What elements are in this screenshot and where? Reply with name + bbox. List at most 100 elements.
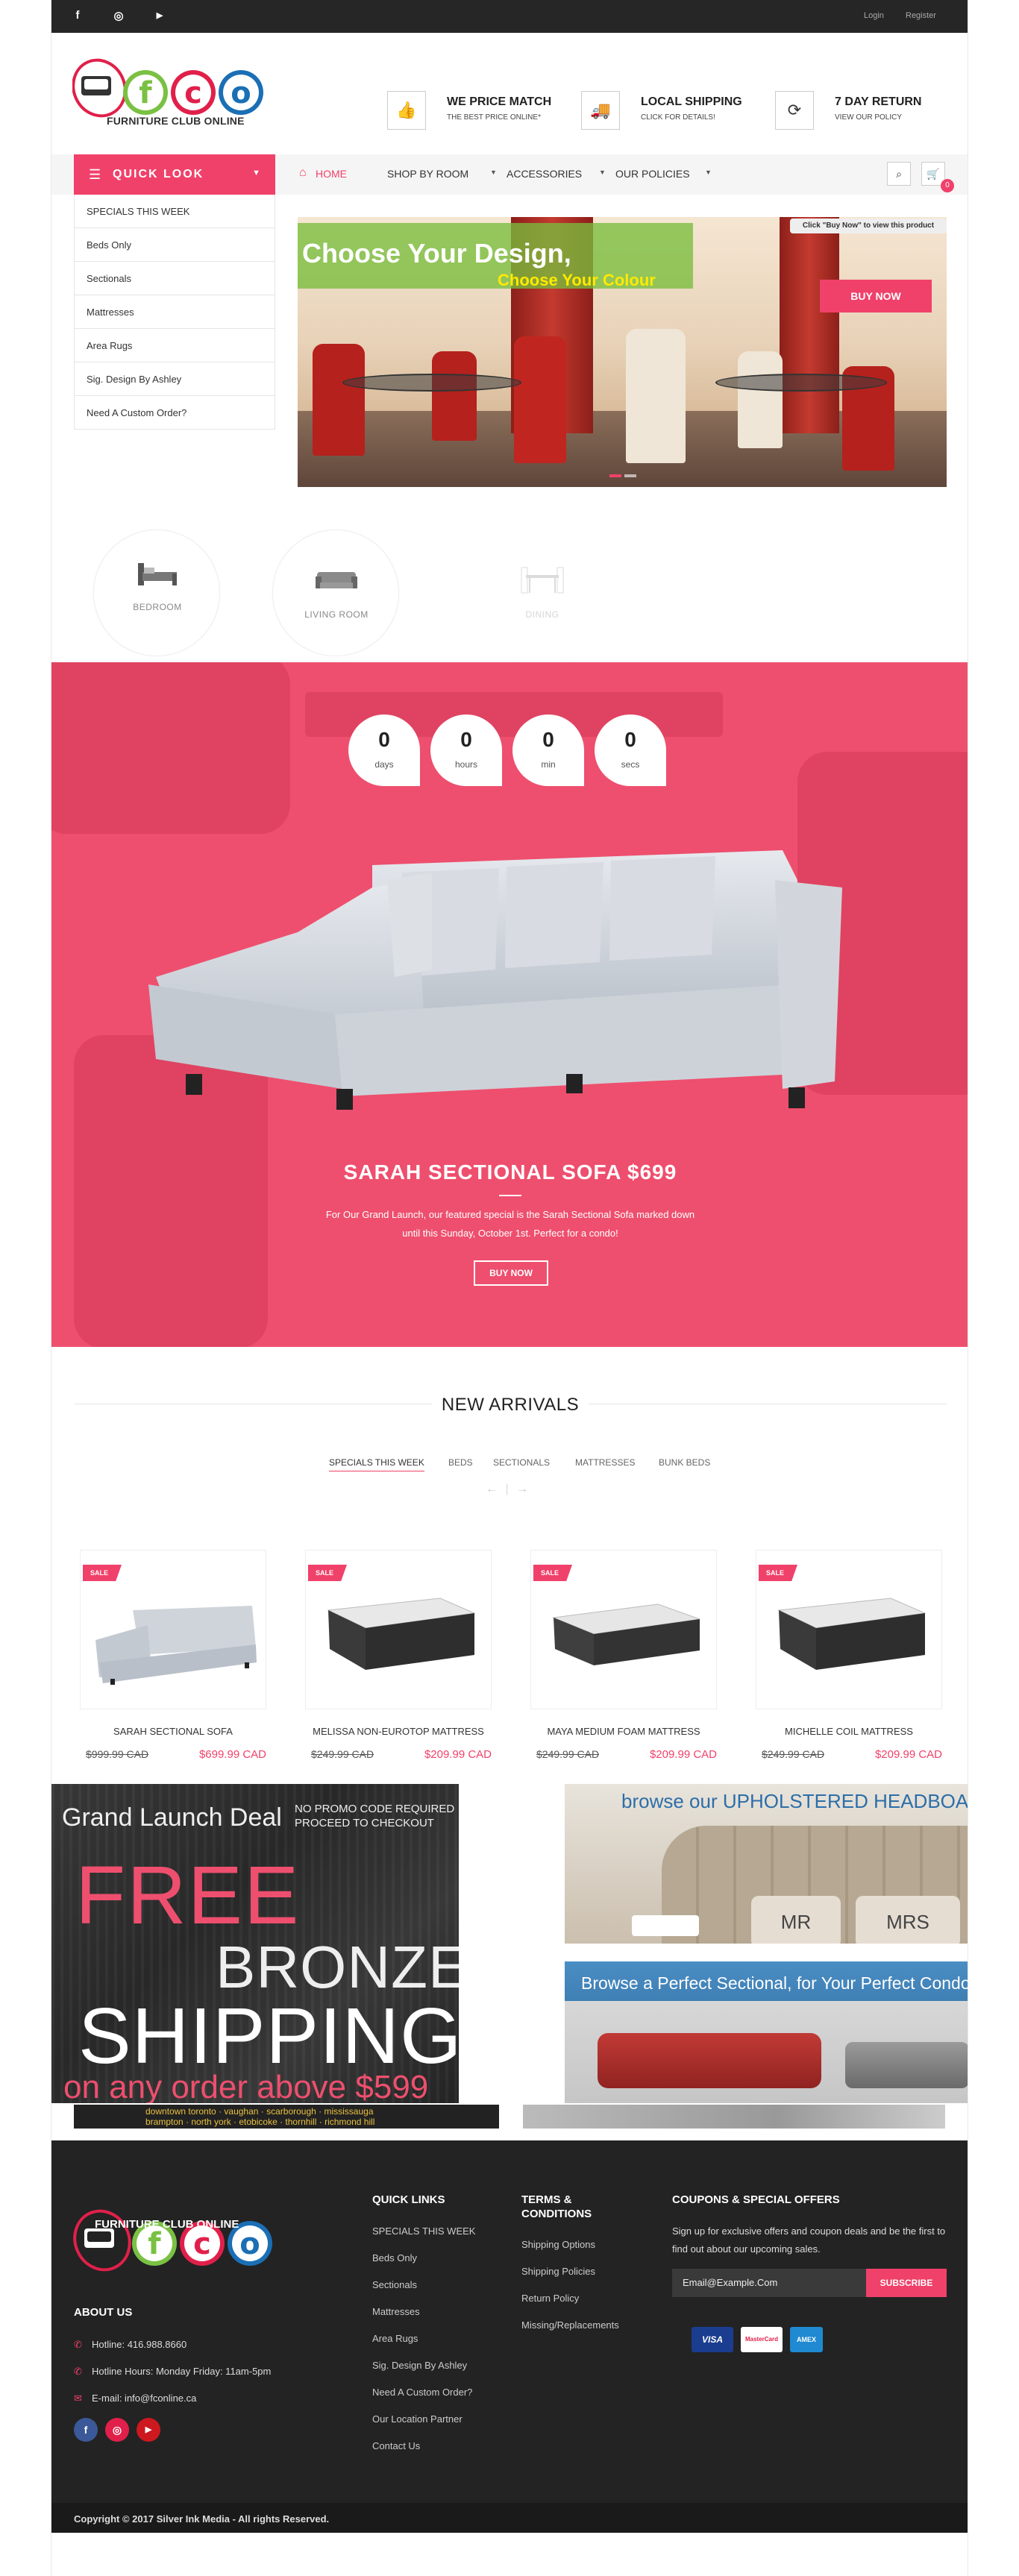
hotline[interactable]: Hotline: 416.988.8660	[92, 2339, 186, 2350]
tab-specials[interactable]: SPECIALS THIS WEEK	[329, 1457, 424, 1471]
sectional-banner[interactable]: Browse a Perfect Sectional, for Your Per…	[565, 1961, 968, 2103]
banner-text: Browse a Perfect Sectional, for Your Per…	[581, 1973, 968, 1993]
slide-note: Click "Buy Now" to view this product	[790, 219, 947, 233]
sale-badge: SALE	[83, 1565, 122, 1581]
footer-logo[interactable]: f c o	[72, 2199, 296, 2296]
quick-item-area-rugs[interactable]: Area Rugs	[74, 329, 275, 362]
slider-dot[interactable]	[609, 474, 621, 477]
red-sofa-image	[598, 2033, 821, 2088]
product-name[interactable]: MAYA MEDIUM FOAM MATTRESS	[530, 1726, 717, 1737]
product-new-price: $209.99 CAD	[424, 1748, 492, 1761]
facebook-icon[interactable]: f	[74, 2418, 98, 2442]
quick-item-sectionals[interactable]: Sectionals	[74, 262, 275, 295]
feature-sub: VIEW OUR POLICY	[835, 113, 903, 122]
quick-item-specials[interactable]: SPECIALS THIS WEEK	[74, 195, 275, 228]
tab-sectionals[interactable]: SECTIONALS	[493, 1457, 550, 1468]
footer-link[interactable]: Mattresses	[372, 2306, 420, 2317]
footer-link[interactable]: Need A Custom Order?	[372, 2387, 472, 2398]
refresh-icon: ⟳	[775, 91, 814, 130]
footer-link[interactable]: Beds Only	[372, 2252, 417, 2264]
nav-home[interactable]: HOME	[316, 168, 347, 180]
terms-link[interactable]: Shipping Options	[521, 2239, 595, 2250]
quick-links-heading: QUICK LINKS	[372, 2193, 445, 2206]
tab-mattresses[interactable]: MATTRESSES	[575, 1457, 635, 1468]
footer-link[interactable]: Contact Us	[372, 2440, 420, 2451]
product-name[interactable]: MELISSA NON-EUROTOP MATTRESS	[305, 1726, 492, 1737]
feature-sub: CLICK FOR DETAILS!	[641, 113, 715, 122]
slide-buy-now-button[interactable]: BUY NOW	[820, 280, 932, 312]
slide-table	[715, 374, 887, 392]
grey-sofa-image	[845, 2042, 968, 2088]
arrow-left-icon[interactable]: ←	[486, 1483, 498, 1495]
caret-down-icon: ▼	[252, 169, 260, 178]
top-bar: f ◎ ▶ Login Register	[51, 0, 968, 33]
caret-down-icon: ▼	[490, 169, 497, 176]
subscribe-button[interactable]: SUBSCRIBE	[866, 2269, 947, 2297]
product-name[interactable]: MICHELLE COIL MATTRESS	[756, 1726, 942, 1737]
email-contact[interactable]: E-mail: info@fconline.ca	[92, 2393, 196, 2404]
feature-title: 7 DAY RETURN	[835, 95, 922, 108]
headboards-banner[interactable]: browse our UPHOLSTERED HEADBOARDS MR MRS	[565, 1784, 968, 1944]
footer: f c o FURNITURE CLUB ONLINE ABOUT US ✆ H…	[51, 2140, 968, 2503]
cities-line: downtown toronto · vaughan · scarborough…	[145, 2106, 374, 2117]
terms-link[interactable]: Return Policy	[521, 2293, 579, 2304]
logo-letter-o: o	[231, 76, 251, 110]
terms-link[interactable]: Missing/Replacements	[521, 2319, 619, 2331]
quick-item-ashley[interactable]: Sig. Design By Ashley	[74, 362, 275, 396]
cart-icon: 🛒	[926, 167, 940, 180]
terms-link[interactable]: Shipping Policies	[521, 2266, 595, 2277]
timer-label: secs	[621, 759, 640, 770]
newsletter-email-input[interactable]: Email@Example.Com	[672, 2269, 866, 2297]
instagram-icon[interactable]: ◎	[105, 2418, 129, 2442]
quick-item-mattresses[interactable]: Mattresses	[74, 295, 275, 329]
youtube-icon[interactable]: ▶	[152, 10, 167, 25]
nav-our-policies[interactable]: OUR POLICIES	[615, 168, 690, 180]
timer-value: 0	[378, 728, 390, 751]
product-old-price: $999.99 CAD	[86, 1748, 149, 1760]
footer-link[interactable]: Sig. Design By Ashley	[372, 2360, 467, 2371]
site-logo[interactable]: f c o FURNITURE CLUB ONLINE	[72, 54, 281, 137]
category-living-room[interactable]: LIVING ROOM	[272, 530, 399, 656]
quick-item-beds[interactable]: Beds Only	[74, 228, 275, 262]
login-link[interactable]: Login	[864, 11, 884, 20]
slide-chair	[514, 336, 566, 463]
quick-look-button[interactable]: ☰ QUICK LOOK ▼	[74, 154, 275, 195]
promo-buy-now-button[interactable]: BUY NOW	[474, 1260, 548, 1286]
sectional-sofa-image	[148, 850, 842, 1110]
logo-letter-o: o	[239, 2227, 260, 2261]
mail-icon: ✉	[74, 2393, 82, 2404]
logo-letter-f: f	[139, 76, 152, 110]
tab-beds[interactable]: BEDS	[448, 1457, 473, 1468]
product-old-price: $249.99 CAD	[762, 1748, 825, 1760]
footer-link[interactable]: Area Rugs	[372, 2333, 418, 2344]
nav-accessories[interactable]: ACCESSORIES	[507, 168, 582, 180]
hero-slider[interactable]: Choose Your Design, Choose Your Colour C…	[298, 217, 947, 487]
nav-shop-by-room[interactable]: SHOP BY ROOM	[387, 168, 468, 180]
caret-down-icon: ▼	[705, 169, 712, 176]
tab-bunk-beds[interactable]: BUNK BEDS	[659, 1457, 710, 1468]
logo-letter-c: c	[184, 76, 202, 110]
category-dining[interactable]: DINING	[478, 537, 605, 664]
footer-link[interactable]: Sectionals	[372, 2279, 417, 2290]
logo-letter-c: c	[193, 2227, 211, 2261]
instagram-icon[interactable]: ◎	[111, 9, 126, 24]
page: f ◎ ▶ Login Register f c o FURNITURE CLU…	[51, 0, 968, 2576]
slider-dot[interactable]	[624, 474, 636, 477]
youtube-icon[interactable]: ▶	[137, 2418, 160, 2442]
arrow-right-icon[interactable]: →	[516, 1483, 528, 1495]
footer-link[interactable]: Our Location Partner	[372, 2413, 463, 2425]
quick-item-custom-order[interactable]: Need A Custom Order?	[74, 396, 275, 430]
footer-link[interactable]: SPECIALS THIS WEEK	[372, 2225, 475, 2237]
product-name[interactable]: SARAH SECTIONAL SOFA	[80, 1726, 266, 1737]
mastercard-icon: MasterCard	[741, 2327, 783, 2352]
register-link[interactable]: Register	[906, 11, 936, 20]
free-shipping-banner[interactable]: Grand Launch Deal NO PROMO CODE REQUIRED…	[51, 1784, 459, 2103]
terms-heading: TERMS & CONDITIONS	[521, 2193, 592, 2221]
search-button[interactable]: ⌕	[887, 162, 911, 186]
copyright-text: Copyright © 2017 Silver Ink Media - All …	[74, 2513, 330, 2525]
category-bedroom[interactable]: BEDROOM	[93, 530, 220, 656]
category-label: DINING	[525, 609, 559, 620]
visa-icon: VISA	[692, 2327, 733, 2352]
thumbs-up-icon: 👍	[387, 91, 426, 130]
facebook-icon[interactable]: f	[70, 9, 85, 24]
